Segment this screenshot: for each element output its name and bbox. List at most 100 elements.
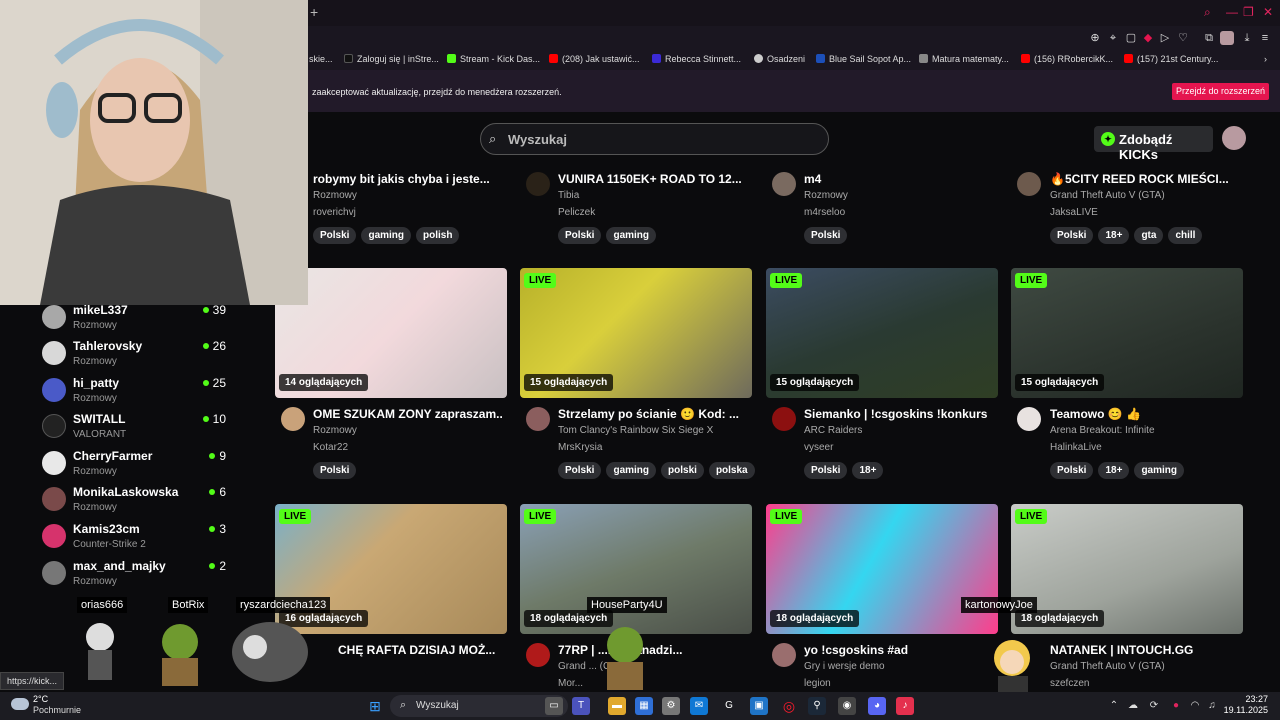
sidebar-channel[interactable]: Kamis23cm Counter-Strike 2 3 — [42, 522, 232, 556]
stream-user[interactable]: MrsKrysia — [558, 442, 602, 453]
sync-icon[interactable]: ⟳ — [1145, 697, 1163, 715]
stream-user[interactable]: JaksaLIVE — [1050, 207, 1098, 218]
bookmark-item[interactable]: (157) 21st Century... — [1124, 54, 1218, 64]
onedrive-icon[interactable]: ☁ — [1124, 697, 1142, 715]
stream-category[interactable]: Rozmowy — [313, 425, 357, 436]
stream-title[interactable]: robymy bit jakis chyba i jeste... — [313, 172, 503, 186]
bookmark-item[interactable]: Matura matematy... — [919, 54, 1009, 64]
channel-avatar[interactable] — [526, 643, 550, 667]
teams-icon[interactable]: T — [572, 697, 590, 715]
stream-user[interactable]: szefczen — [1050, 678, 1089, 689]
tag[interactable]: Polski — [313, 462, 357, 479]
stream-user[interactable]: m4rseloo — [804, 207, 845, 218]
tag[interactable]: Polski — [558, 462, 602, 479]
channel-avatar[interactable] — [281, 407, 305, 431]
stream-thumbnail[interactable]: LIVE 15 oglądających — [520, 268, 752, 398]
store-icon[interactable]: ▦ — [635, 697, 653, 715]
tag[interactable]: polish — [416, 227, 460, 244]
pin-icon[interactable]: ⌖ — [1106, 31, 1120, 45]
stream-category[interactable]: ARC Raiders — [804, 425, 862, 436]
bookmark-item[interactable]: Zaloguj się | inStre... — [344, 54, 439, 64]
tag[interactable]: gaming — [606, 462, 657, 479]
stream-thumbnail[interactable]: LIVE 18 oglądających — [1011, 504, 1243, 634]
channel-avatar[interactable] — [1017, 407, 1041, 431]
bookmark-item[interactable]: Rebecca Stinnett... — [652, 54, 741, 64]
weather-temp[interactable]: 2°C — [33, 694, 48, 704]
tag[interactable]: Polski — [558, 227, 602, 244]
bookmark-item[interactable]: (208) Jak ustawić... — [549, 54, 640, 64]
stream-title[interactable]: OME SZUKAM ZONY zapraszam... — [313, 407, 503, 421]
tag[interactable]: polski — [661, 462, 704, 479]
sidebar-channel[interactable]: max_and_majky Rozmowy 2 — [42, 559, 232, 593]
close-window-icon[interactable]: ✕ — [1263, 5, 1273, 19]
download-icon[interactable]: ⤓ — [1240, 31, 1254, 45]
heart-icon[interactable]: ♡ — [1176, 31, 1190, 45]
tag[interactable]: gaming — [361, 227, 412, 244]
go-to-extensions-button[interactable]: Przejdź do rozszerzeń — [1172, 83, 1269, 100]
bookmark-item[interactable]: skie... — [309, 54, 333, 64]
tag[interactable]: chill — [1168, 227, 1203, 244]
maximize-icon[interactable]: ❐ — [1243, 5, 1254, 19]
stream-thumbnail[interactable]: 14 oglądających — [275, 268, 507, 398]
stream-category[interactable]: Arena Breakout: Infinite — [1050, 425, 1155, 436]
stream-title[interactable]: m4 — [804, 172, 994, 186]
steam-icon[interactable]: ⚲ — [808, 697, 826, 715]
tag[interactable]: Polski — [804, 462, 848, 479]
volume-icon[interactable]: ♫ — [1203, 697, 1221, 715]
tag[interactable]: Polski — [1050, 462, 1094, 479]
tag[interactable]: 18+ — [1098, 227, 1130, 244]
tag[interactable]: Polski — [313, 227, 357, 244]
profile-icon[interactable] — [1220, 31, 1234, 45]
bookmark-item[interactable]: Blue Sail Sopot Ap... — [816, 54, 911, 64]
capture-icon[interactable]: ▢ — [1124, 31, 1138, 45]
app-icon[interactable]: ▣ — [750, 697, 768, 715]
stream-category[interactable]: Rozmowy — [804, 190, 848, 201]
menu-icon[interactable]: ≡ — [1258, 31, 1272, 45]
stream-title[interactable]: 🔥5CITY REED ROCK MIEŚCI... — [1050, 172, 1240, 186]
tag[interactable]: gaming — [1134, 462, 1184, 479]
search-tabs-icon[interactable]: ⌕ — [1204, 5, 1211, 20]
show-hidden-icons[interactable]: ⌃ — [1105, 697, 1123, 715]
tag[interactable]: 18+ — [1098, 462, 1130, 479]
stream-user[interactable]: Kotar22 — [313, 442, 348, 453]
stream-thumbnail[interactable]: LIVE 15 oglądających — [766, 268, 998, 398]
tag[interactable]: polska — [708, 462, 755, 479]
bookmark-item[interactable]: Stream - Kick Das... — [447, 54, 540, 64]
stream-title[interactable]: Teamowo 😊 👍 — [1050, 407, 1240, 421]
stream-category[interactable]: Rozmowy — [313, 190, 357, 201]
get-kicks-button[interactable]: ✦ Zdobądź KICKs — [1094, 126, 1213, 162]
new-tab-icon[interactable]: + — [310, 4, 318, 20]
channel-avatar[interactable] — [1017, 172, 1041, 196]
weather-desc[interactable]: Pochmurnie — [33, 705, 81, 715]
taskbar-search[interactable]: ⌕ Wyszukaj — [390, 695, 568, 717]
bookmark-item[interactable]: (156) RRobercikK... — [1021, 54, 1113, 64]
play-icon[interactable]: ▷ — [1158, 31, 1172, 45]
tag[interactable]: Polski — [804, 227, 848, 244]
sidebar-channel[interactable]: hi_patty Rozmowy 25 — [42, 376, 232, 410]
mic-icon[interactable]: ● — [1167, 697, 1185, 715]
channel-avatar[interactable] — [772, 643, 796, 667]
sidebar-channel[interactable]: SWITALL VALORANT 10 — [42, 412, 232, 446]
user-avatar[interactable] — [1222, 126, 1246, 150]
app-icon[interactable]: ◉ — [838, 697, 856, 715]
stream-user[interactable]: Peliczek — [558, 207, 595, 218]
stream-category[interactable]: Gry i wersje demo — [804, 661, 885, 672]
stream-category[interactable]: Grand Theft Auto V (GTA) — [1050, 661, 1165, 672]
extensions-icon[interactable]: ⧉ — [1202, 31, 1216, 45]
app-icon[interactable]: ⚙ — [662, 697, 680, 715]
shield-icon[interactable]: ◆ — [1141, 31, 1155, 45]
stream-category[interactable]: Grand Theft Auto V (GTA) — [1050, 190, 1165, 201]
minimize-icon[interactable]: — — [1226, 5, 1238, 19]
discord-icon[interactable]: ◕ — [868, 697, 886, 715]
search-input[interactable]: ⌕ Wyszukaj — [480, 123, 829, 155]
tag[interactable]: gta — [1134, 227, 1164, 244]
channel-avatar[interactable] — [772, 407, 796, 431]
stream-thumbnail[interactable]: LIVE 18 oglądających — [766, 504, 998, 634]
sidebar-channel[interactable]: MonikaLaskowska Rozmowy 6 — [42, 485, 232, 519]
channel-avatar[interactable] — [772, 172, 796, 196]
sidebar-channel[interactable]: CherryFarmer Rozmowy 9 — [42, 449, 232, 483]
channel-avatar[interactable] — [526, 407, 550, 431]
stream-title[interactable]: yo !csgoskins #ad — [804, 643, 994, 657]
stream-category[interactable]: Tibia — [558, 190, 579, 201]
stream-title[interactable]: NATANEK | INTOUCH.GG — [1050, 643, 1240, 657]
